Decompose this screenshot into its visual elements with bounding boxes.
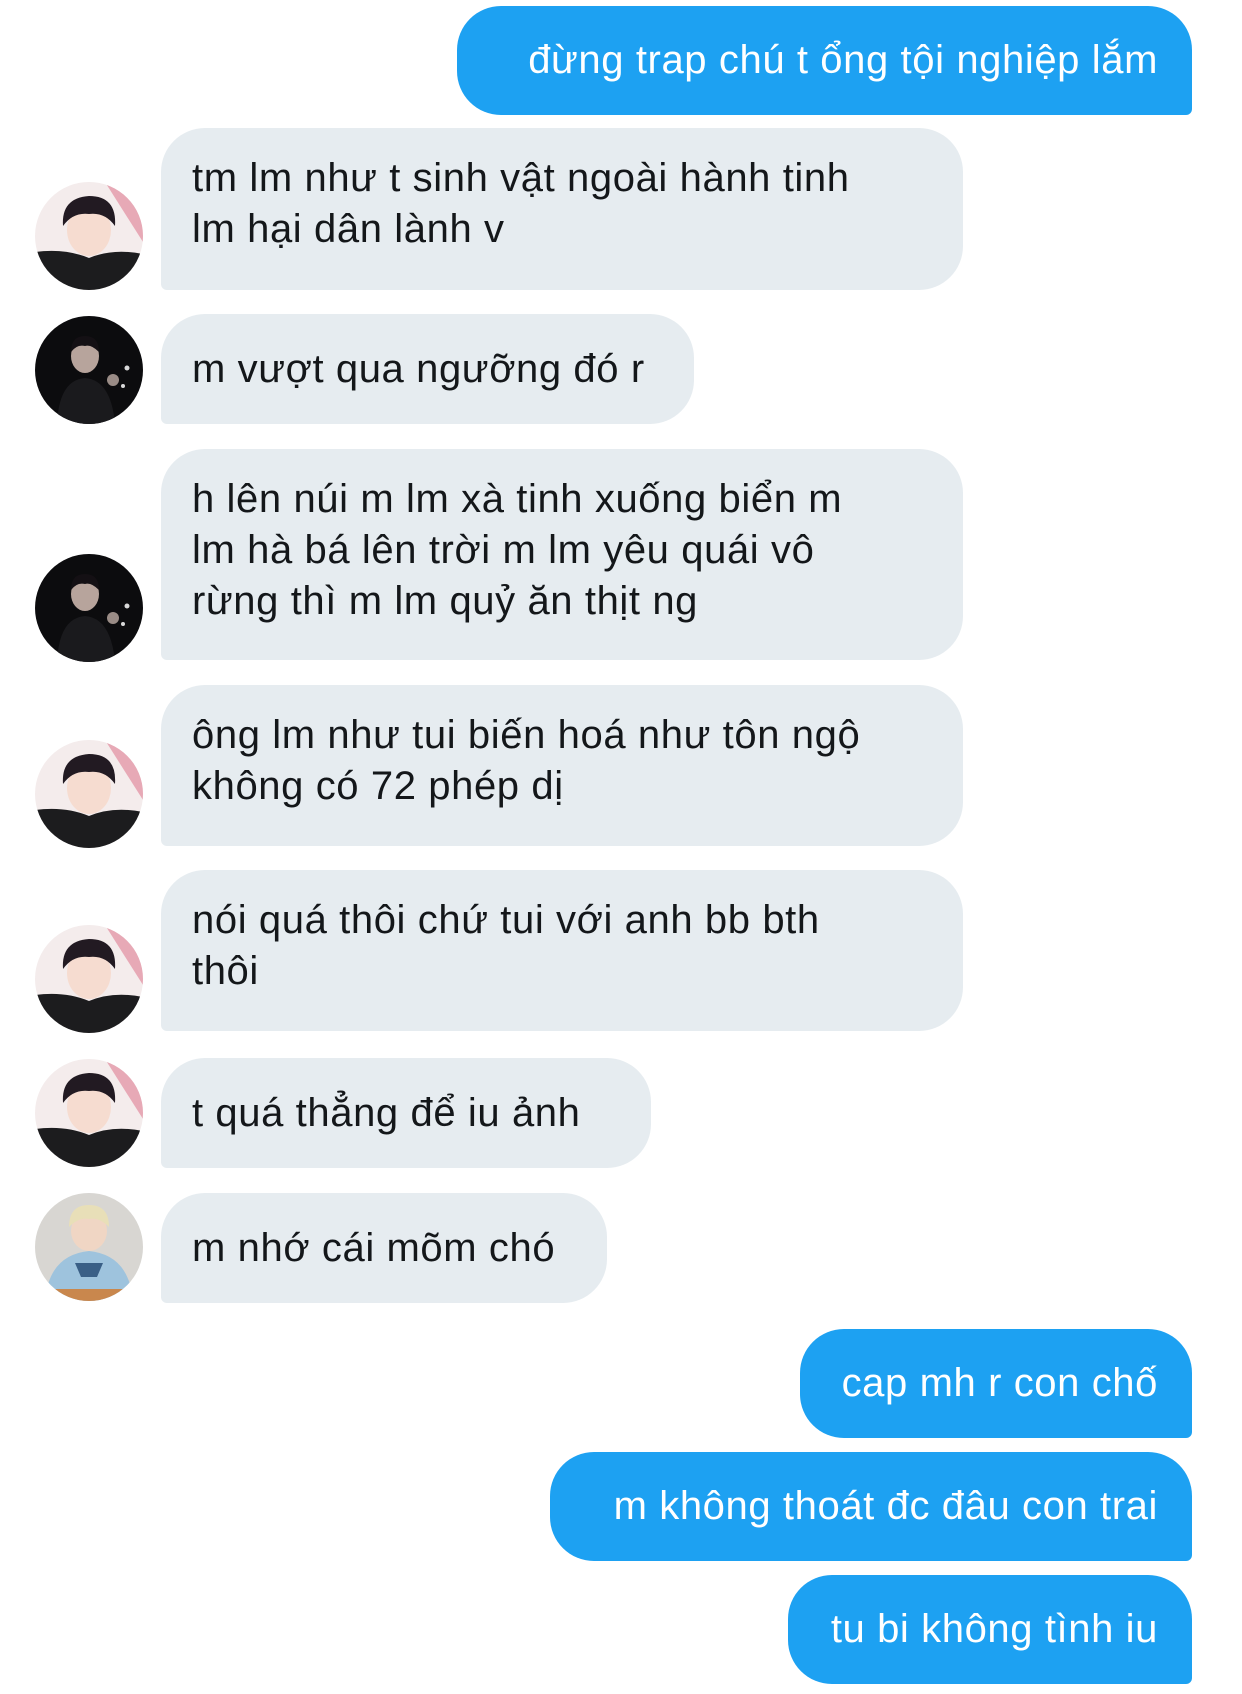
- avatar-a[interactable]: [35, 1059, 143, 1167]
- message-text: tu bi không tình iu: [830, 1607, 1158, 1651]
- message-line: h lên núi m lm xà tinh xuống biển m: [192, 477, 843, 521]
- message-text: m vượt qua ngưỡng đó r: [192, 346, 645, 391]
- avatar-b[interactable]: [35, 554, 143, 662]
- profile-photo-icon: [35, 1193, 143, 1301]
- profile-photo-icon: [35, 316, 143, 424]
- message-bubble-outgoing[interactable]: đừng trap chú t ổng tội nghiệp lắm: [457, 6, 1192, 115]
- message-bubble-outgoing[interactable]: cap mh r con chố: [800, 1329, 1192, 1438]
- message-text: đừng trap chú t ổng tội nghiệp lắm: [528, 38, 1158, 82]
- message-line: thôi: [192, 949, 259, 993]
- message-text: m nhớ cái mõm chó: [192, 1225, 556, 1270]
- profile-photo-icon: [35, 554, 143, 662]
- avatar-b[interactable]: [35, 316, 143, 424]
- message-line: tm lm như t sinh vật ngoài hành tinh: [192, 156, 850, 200]
- profile-photo-icon: [35, 925, 143, 1033]
- message-bubble-outgoing[interactable]: tu bi không tình iu: [788, 1575, 1192, 1684]
- message-text: m không thoát đc đâu con trai: [613, 1484, 1158, 1528]
- message-bubble-incoming[interactable]: t quá thẳng để iu ảnh: [161, 1058, 651, 1168]
- message-bubble-outgoing[interactable]: m không thoát đc đâu con trai: [550, 1452, 1192, 1561]
- profile-photo-icon: [35, 740, 143, 848]
- message-text: t quá thẳng để iu ảnh: [192, 1090, 581, 1135]
- message-line: ông lm như tui biến hoá như tôn ngộ: [192, 713, 861, 757]
- message-line: nói quá thôi chứ tui với anh bb bth: [192, 898, 820, 942]
- avatar-c[interactable]: [35, 1193, 143, 1301]
- message-bubble-incoming[interactable]: tm lm như t sinh vật ngoài hành tinh lm …: [161, 128, 963, 290]
- avatar-a[interactable]: [35, 740, 143, 848]
- conversation-thread: đừng trap chú t ổng tội nghiệp lắm tm lm…: [0, 0, 1242, 1694]
- message-bubble-incoming[interactable]: ông lm như tui biến hoá như tôn ngộ khôn…: [161, 685, 963, 846]
- message-line: lm hà bá lên trời m lm yêu quái vô: [192, 528, 815, 572]
- message-text: cap mh r con chố: [841, 1361, 1158, 1405]
- message-line: lm hại dân lành v: [192, 207, 505, 251]
- avatar-a[interactable]: [35, 925, 143, 1033]
- message-bubble-incoming[interactable]: m nhớ cái mõm chó: [161, 1193, 607, 1303]
- message-line: không có 72 phép dị: [192, 764, 564, 808]
- message-line: rừng thì m lm quỷ ăn thịt ng: [192, 579, 699, 623]
- message-bubble-incoming[interactable]: h lên núi m lm xà tinh xuống biển m lm h…: [161, 449, 963, 660]
- message-bubble-incoming[interactable]: m vượt qua ngưỡng đó r: [161, 314, 694, 424]
- profile-photo-icon: [35, 1059, 143, 1167]
- profile-photo-icon: [35, 182, 143, 290]
- avatar-a[interactable]: [35, 182, 143, 290]
- message-bubble-incoming[interactable]: nói quá thôi chứ tui với anh bb bth thôi: [161, 870, 963, 1031]
